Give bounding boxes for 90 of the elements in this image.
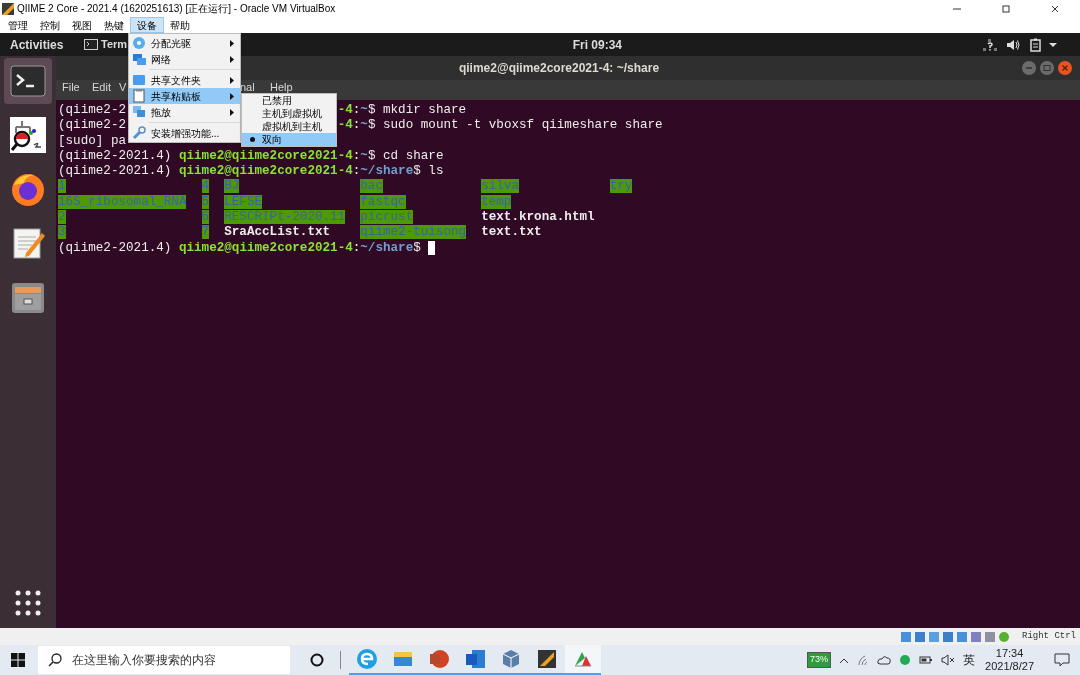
- drag-drop-icon: [132, 105, 146, 119]
- menu-item[interactable]: 控制: [34, 17, 66, 33]
- file-name: SraAccList.txt: [224, 225, 331, 240]
- menu-item[interactable]: 已禁用: [242, 94, 336, 107]
- clock[interactable]: 17:34 2021/8/27: [983, 647, 1036, 673]
- directory-name: 6: [201, 210, 210, 225]
- terminal-menu-item[interactable]: Edit: [92, 82, 119, 93]
- terminal-text: -4:~$ mkdir share: [337, 103, 467, 119]
- host-key-label: Right Ctrl: [1022, 629, 1076, 643]
- input-method-indicator[interactable]: 英: [963, 651, 976, 669]
- wifi-icon[interactable]: [857, 654, 870, 666]
- directory-name: temp: [481, 194, 512, 209]
- terminal-line: (qiime2-2021.4) qiime2@qiime2core2021-4:~/share$: [58, 240, 421, 256]
- directory-name: RESCRIPt-2020.11: [224, 210, 346, 225]
- directory-name: 7: [201, 225, 210, 240]
- file-name: text.krona.html: [481, 210, 595, 225]
- directory-name: qiime2-tuisong: [360, 225, 467, 240]
- terminal-text: (qiime2-2: [58, 103, 127, 119]
- menu-item[interactable]: 共享文件夹: [129, 72, 240, 88]
- windows-start-icon[interactable]: [11, 653, 25, 667]
- directory-name: 4: [201, 179, 210, 194]
- chevron-up-icon[interactable]: [839, 656, 850, 664]
- maximize-icon[interactable]: [1040, 61, 1054, 75]
- directory-name: 5: [201, 194, 210, 209]
- menu-item[interactable]: 拖放: [129, 104, 240, 120]
- clipboard-icon: [132, 89, 146, 103]
- muted-speaker-icon[interactable]: [941, 654, 956, 666]
- terminal-menu-item[interactable]: Help: [270, 82, 294, 93]
- directory-name: 1: [58, 179, 66, 194]
- volume-icon[interactable]: [1006, 38, 1020, 51]
- cloud-icon[interactable]: [877, 655, 892, 665]
- tool-icon: [536, 648, 558, 670]
- text-cursor: [428, 241, 436, 256]
- terminal-text: [sudo] pa: [58, 133, 127, 149]
- directory-name: BJ: [224, 179, 240, 194]
- terminal-text: (qiime2-2: [58, 118, 127, 134]
- cube-icon: [500, 648, 522, 670]
- directory-name: fastqc: [360, 194, 406, 209]
- search-icon: [48, 653, 62, 667]
- terminal-menu-item[interactable]: nal: [240, 82, 270, 93]
- edge-icon: [356, 648, 378, 670]
- search-field[interactable]: 在这里输入你要搜索的内容: [38, 646, 290, 674]
- directory-name: LEFSE: [224, 194, 263, 209]
- terminal-icon: [84, 39, 98, 50]
- menu-item[interactable]: 设备: [130, 17, 164, 33]
- minimize-icon[interactable]: [1022, 61, 1036, 75]
- app-grid-icon[interactable]: [15, 590, 41, 616]
- menu-item[interactable]: 分配光驱: [129, 35, 240, 51]
- terminal-title: qiime2@qiime2core2021-4: ~/share: [457, 60, 660, 77]
- directory-name: 2: [58, 210, 66, 225]
- app-menu-button[interactable]: Term: [101, 36, 128, 53]
- disc-icon: [132, 36, 146, 50]
- menu-item[interactable]: 网络: [129, 51, 240, 67]
- file-name: text.txt: [481, 225, 542, 240]
- app-icon: [2, 2, 14, 15]
- dock-item[interactable]: [4, 58, 52, 104]
- caret-icon[interactable]: [1048, 41, 1058, 48]
- battery-tray-icon[interactable]: [919, 655, 934, 665]
- notification-icon[interactable]: [1054, 653, 1070, 667]
- network-icon: [132, 52, 146, 66]
- menu-item[interactable]: 管理: [2, 17, 34, 33]
- clock[interactable]: Fri 09:34: [572, 35, 622, 54]
- battery-indicator[interactable]: 73%: [807, 652, 832, 668]
- menu-item[interactable]: 虚拟机到主机: [242, 120, 336, 133]
- menu-item[interactable]: 主机到虚拟机: [242, 107, 336, 120]
- directory-name: try: [609, 179, 633, 194]
- maximize-icon[interactable]: [1001, 3, 1011, 14]
- menu-item[interactable]: 双向: [242, 133, 336, 146]
- word-icon: [464, 648, 486, 670]
- directory-name: 3: [58, 225, 66, 240]
- folder-icon: [132, 73, 146, 87]
- window-title: QIIME 2 Core - 2021.4 (1620251613) [正在运行] - Oracle VM VirtualBox: [17, 2, 336, 16]
- close-icon[interactable]: [1050, 3, 1060, 14]
- directory-name: silva: [481, 179, 519, 194]
- terminal-menu-item[interactable]: File: [62, 82, 92, 93]
- terminal-line: (qiime2-2021.4) qiime2@qiime2core2021-4:~$ cd share: [58, 148, 444, 165]
- terminal-line: (qiime2-2021.4) qiime2@qiime2core2021-4:~/share$ ls: [58, 164, 444, 180]
- menu-item[interactable]: 共享粘贴板: [129, 88, 240, 104]
- terminal-text: -4:~$ sudo mount -t vboxsf qiimeshare share: [337, 118, 663, 134]
- menu-item[interactable]: 帮助: [164, 17, 196, 33]
- wrench-icon: [132, 126, 146, 140]
- activities-button[interactable]: Activities: [0, 35, 76, 54]
- menu-item[interactable]: 热键: [98, 17, 130, 33]
- powerpoint-icon: [428, 648, 450, 670]
- directory-name: picrust: [360, 210, 414, 225]
- directory-name: bac: [360, 179, 383, 194]
- menu-item[interactable]: 安装增强功能...: [129, 125, 240, 141]
- cortana-icon[interactable]: [310, 653, 324, 667]
- menu-item[interactable]: 视图: [66, 17, 98, 33]
- network-unknown-icon[interactable]: [982, 37, 998, 52]
